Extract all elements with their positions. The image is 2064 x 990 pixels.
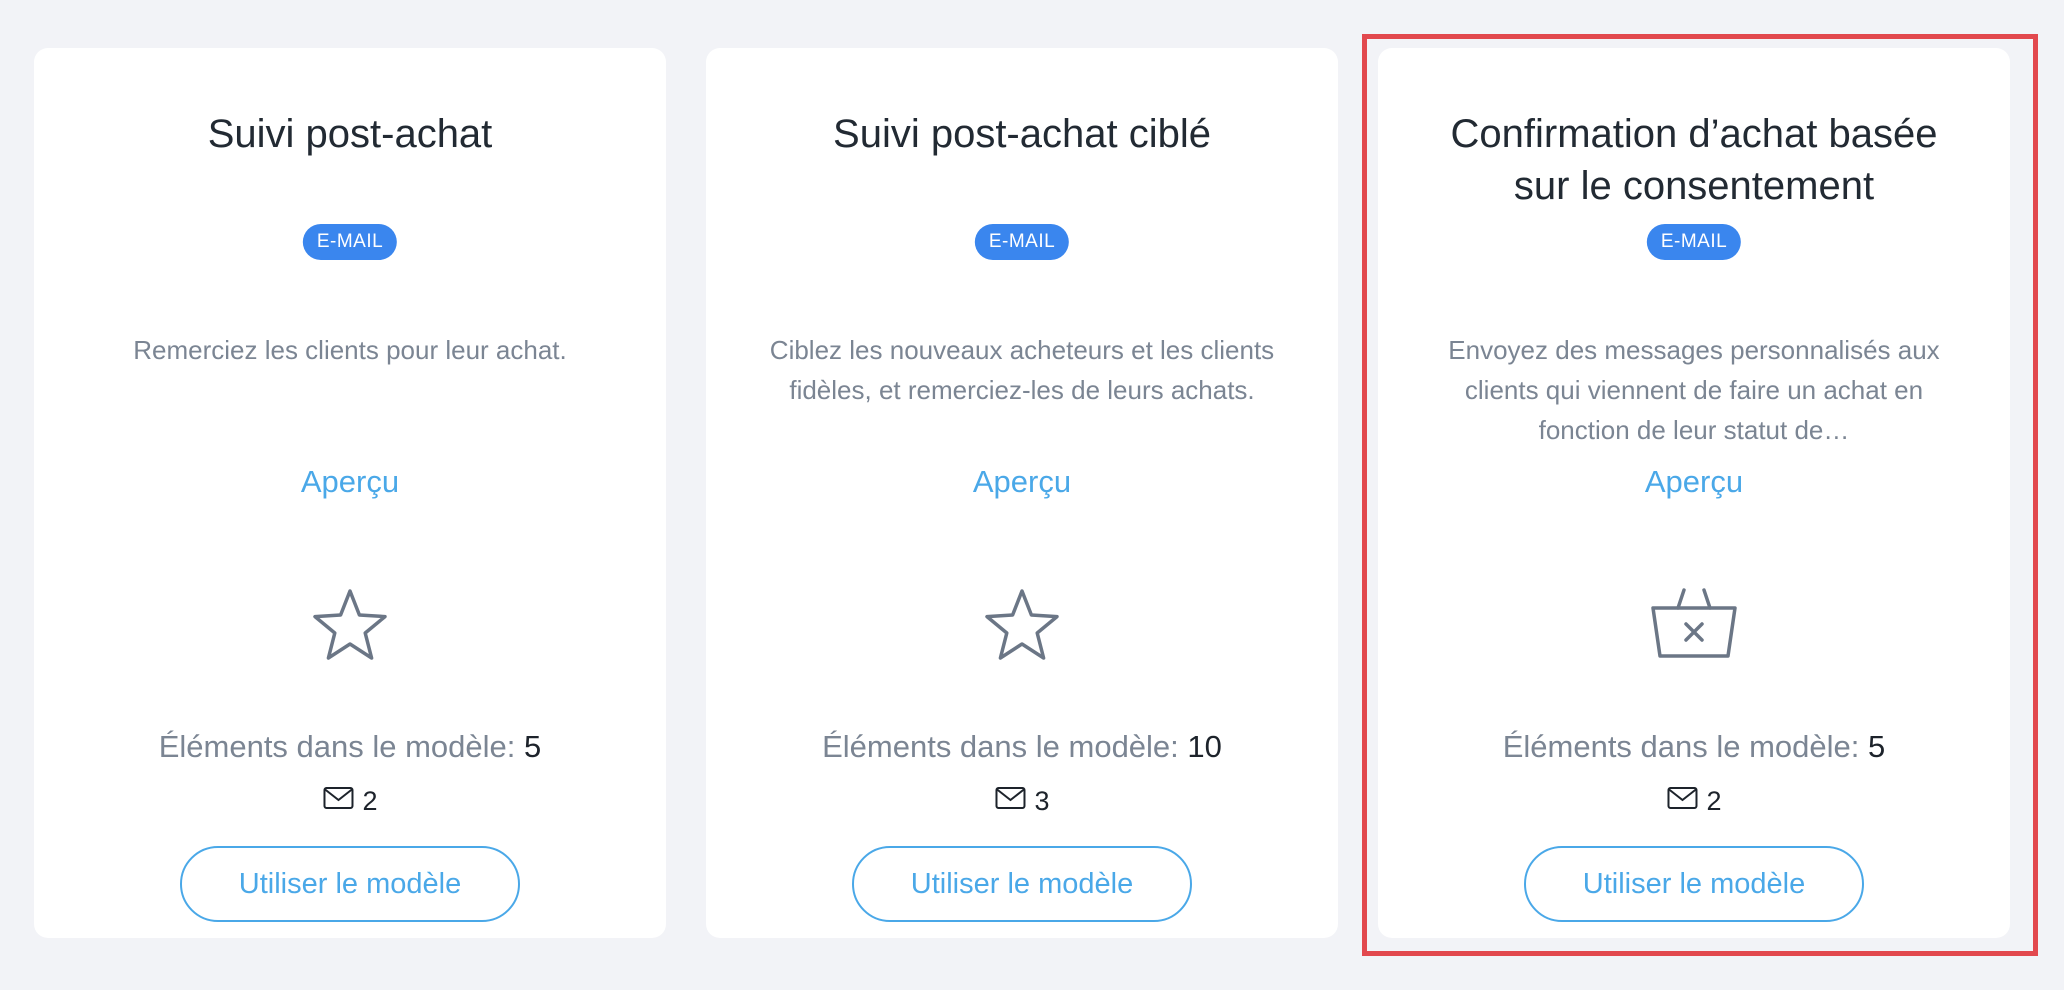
email-count: 2: [362, 786, 378, 816]
card-description: Remerciez les clients pour leur achat.: [133, 335, 567, 365]
envelope-icon: [322, 786, 354, 817]
star-icon: [972, 578, 1072, 678]
elements-count-line: Éléments dans le modèle: 5: [34, 726, 666, 768]
channel-badge: E-MAIL: [302, 224, 398, 260]
elements-label: Éléments dans le modèle:: [158, 729, 516, 764]
preview-link[interactable]: Aperçu: [301, 460, 399, 504]
channel-badge: E-MAIL: [974, 224, 1070, 260]
basket-x-icon: [1644, 578, 1744, 678]
elements-count: 5: [1868, 729, 1886, 764]
email-count: 3: [1034, 786, 1050, 816]
template-card-consent-purchase-confirmation[interactable]: Confirmation d’achat basée sur le consen…: [1378, 48, 2010, 938]
elements-label: Éléments dans le modèle:: [822, 729, 1179, 764]
preview-link[interactable]: Aperçu: [973, 460, 1071, 504]
envelope-icon: [994, 786, 1026, 817]
preview-link[interactable]: Aperçu: [1645, 460, 1743, 504]
elements-label: Éléments dans le modèle:: [1502, 729, 1860, 764]
elements-count-line: Éléments dans le modèle: 10: [706, 726, 1338, 768]
email-count-line: 2: [322, 786, 378, 817]
email-count-line: 3: [994, 786, 1050, 817]
elements-count: 5: [524, 729, 542, 764]
template-card-targeted-post-purchase[interactable]: Suivi post-achat ciblé E-MAIL Ciblez les…: [706, 48, 1338, 938]
card-title: Suivi post-achat: [207, 112, 493, 156]
card-title: Confirmation d’achat basée sur le consen…: [1450, 112, 1938, 208]
card-description: Ciblez les nouveaux acheteurs et les cli…: [769, 335, 1275, 405]
template-cards: Suivi post-achat E-MAIL Remerciez les cl…: [34, 48, 2010, 938]
use-template-button[interactable]: Utiliser le modèle: [1524, 846, 1864, 922]
elements-count-line: Éléments dans le modèle: 5: [1378, 726, 2010, 768]
elements-count: 10: [1187, 729, 1222, 764]
email-count-line: 2: [1666, 786, 1722, 817]
star-icon: [300, 578, 400, 678]
card-description: Envoyez des messages personnalisés aux c…: [1448, 335, 1940, 445]
template-card-post-purchase[interactable]: Suivi post-achat E-MAIL Remerciez les cl…: [34, 48, 666, 938]
use-template-button[interactable]: Utiliser le modèle: [852, 846, 1192, 922]
envelope-icon: [1666, 786, 1698, 817]
use-template-button[interactable]: Utiliser le modèle: [180, 846, 520, 922]
email-count: 2: [1706, 786, 1722, 816]
channel-badge: E-MAIL: [1646, 224, 1742, 260]
card-title: Suivi post-achat ciblé: [833, 112, 1211, 156]
